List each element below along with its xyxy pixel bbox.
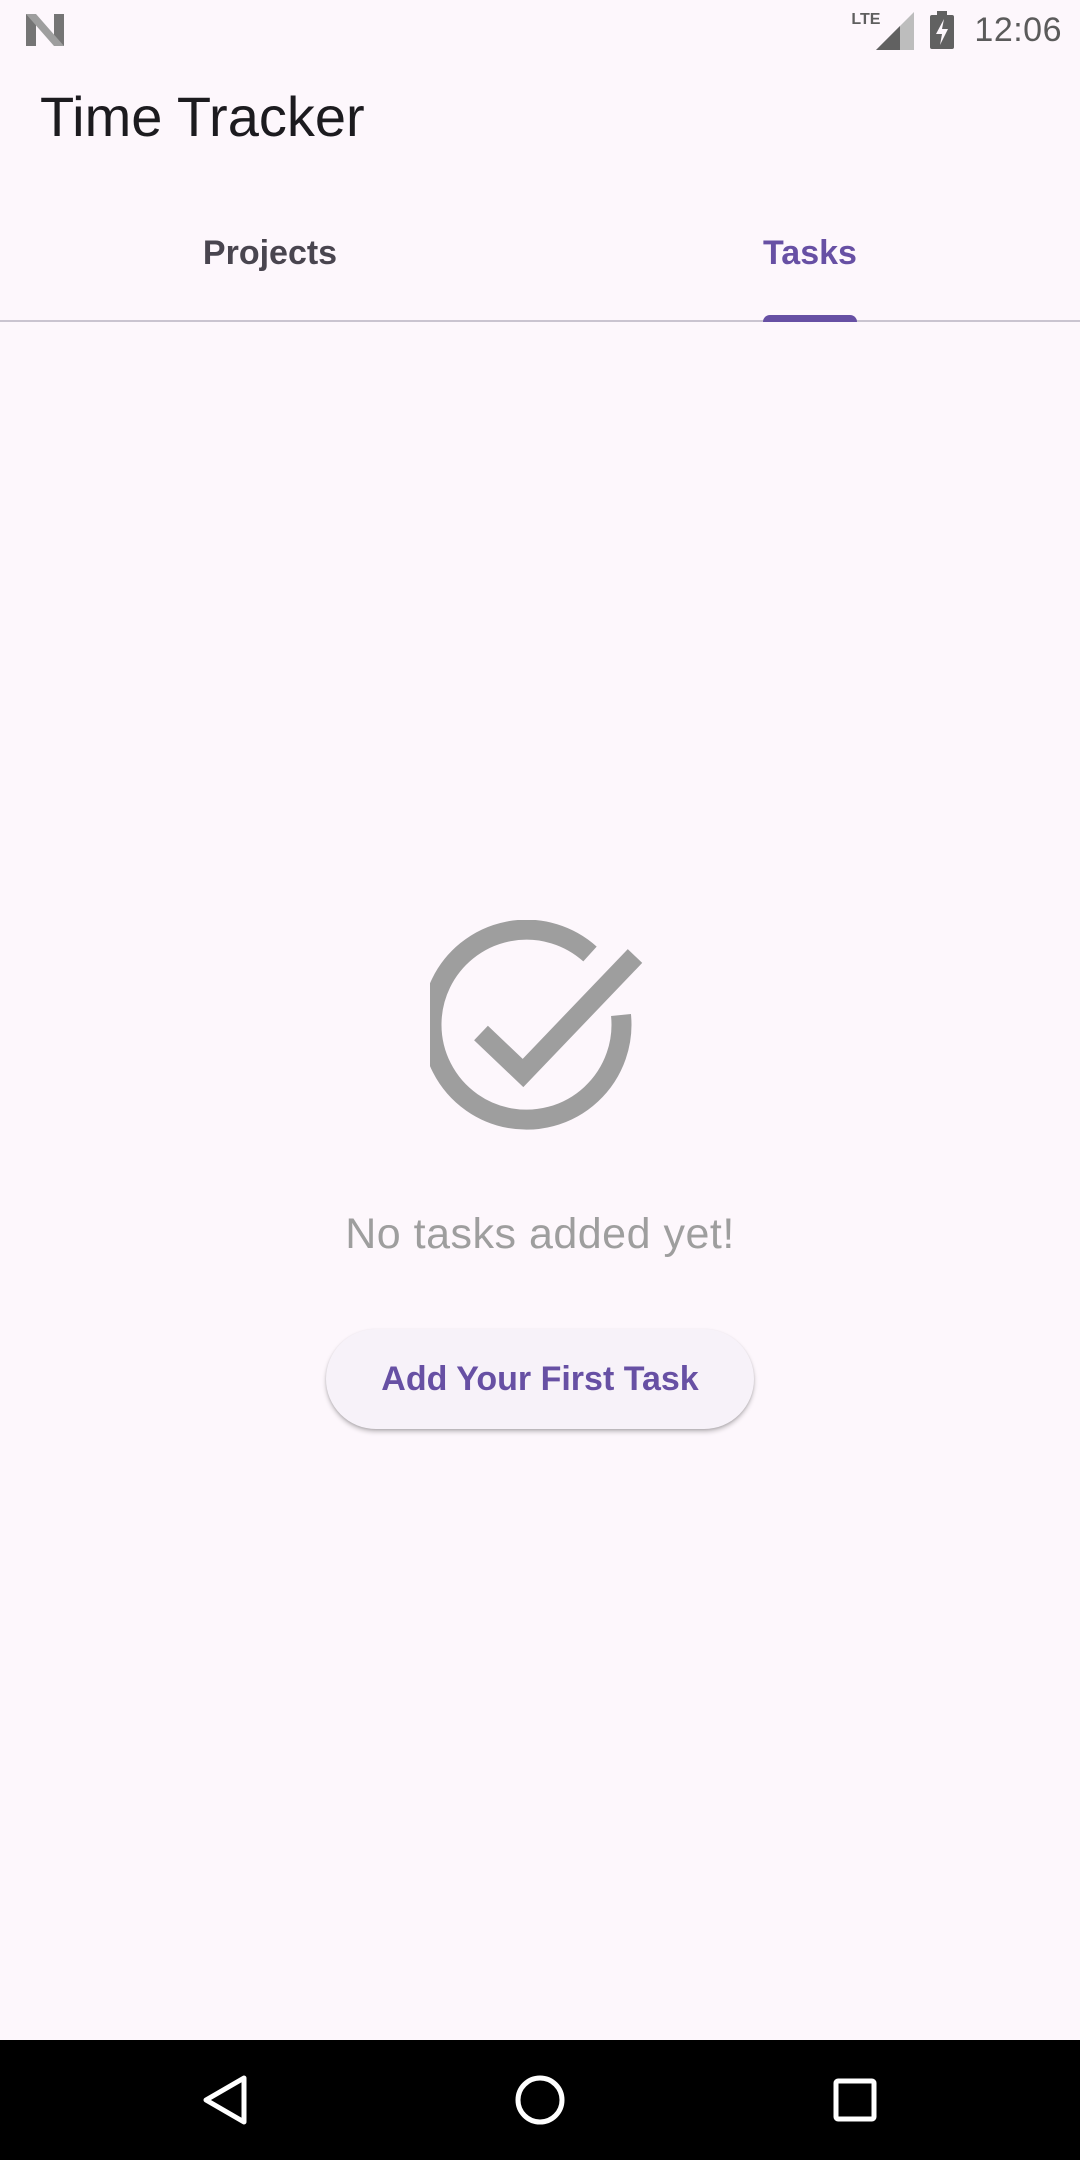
home-icon (515, 2075, 565, 2125)
network-type-label: LTE (851, 11, 881, 28)
screen: LTE 12:06 Time Tracker Projects Tasks No… (0, 0, 1080, 2160)
home-button[interactable] (500, 2060, 580, 2140)
tab-projects[interactable]: Projects (0, 210, 540, 320)
n-logo-icon (26, 14, 64, 46)
app-bar: Time Tracker (40, 84, 365, 149)
status-icons: LTE 12:06 (851, 8, 1062, 52)
battery-charging-icon (930, 11, 955, 49)
tab-selected-indicator (763, 315, 857, 322)
empty-state: No tasks added yet! Add Your First Task (0, 920, 1080, 1429)
status-bar: LTE 12:06 (0, 0, 1080, 60)
system-navigation-bar (0, 2040, 1080, 2160)
tab-tasks[interactable]: Tasks (540, 210, 1080, 320)
tab-projects-label: Projects (202, 233, 338, 272)
signal-icon (876, 12, 915, 50)
add-first-task-button[interactable]: Add Your First Task (326, 1329, 754, 1429)
tab-bar: Projects Tasks (0, 210, 1080, 322)
page-title: Time Tracker (40, 85, 365, 148)
status-clock: 12:06 (974, 10, 1062, 49)
add-first-task-button-label: Add Your First Task (381, 1359, 699, 1398)
tab-tasks-label: Tasks (763, 233, 857, 272)
recents-button[interactable] (815, 2060, 895, 2140)
back-icon (203, 2075, 247, 2125)
recents-icon (833, 2078, 877, 2122)
empty-state-message: No tasks added yet! (345, 1210, 735, 1258)
back-button[interactable] (186, 2060, 266, 2140)
check-circle-icon (430, 920, 643, 1130)
